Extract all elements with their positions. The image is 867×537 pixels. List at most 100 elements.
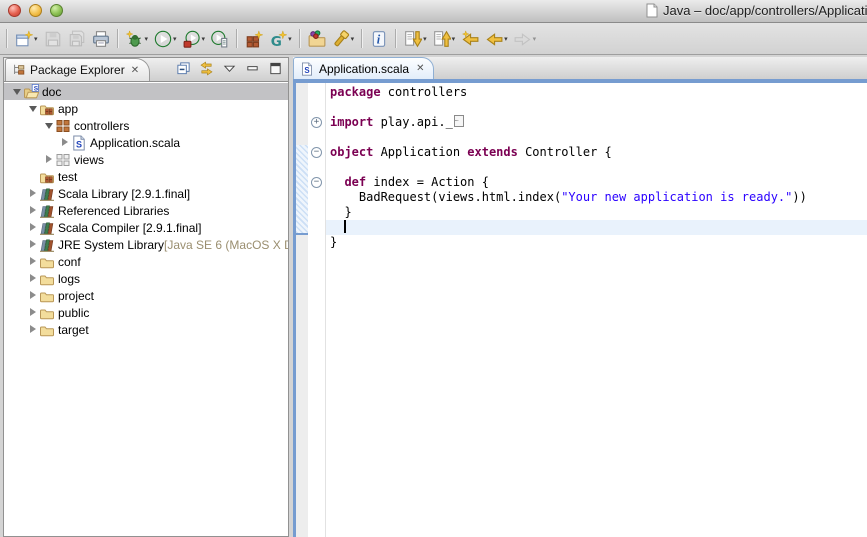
tree-item-label: JRE System Library [58,238,164,252]
tree-item-doc[interactable]: doc [4,83,288,100]
maximize-icon [268,61,283,76]
tree-item-referenced-libraries[interactable]: Referenced Libraries [4,202,288,219]
search-button[interactable]: ▾ [330,27,357,51]
code-line[interactable]: } [330,235,867,250]
zoom-window-button[interactable] [50,4,63,17]
toggle-annotations-button[interactable] [368,27,390,51]
back-star-icon [461,30,479,48]
library-icon [39,186,55,202]
package-explorer-tree: docappcontrollersApplication.scalaviewst… [4,82,288,536]
run-last-button[interactable]: ▾ [181,27,208,51]
library-icon [39,237,55,253]
dropdown-arrow-icon[interactable]: ▾ [533,35,537,43]
collapsed-region-icon[interactable] [454,115,464,127]
tree-item-application-scala[interactable]: Application.scala [4,134,288,151]
new-wizard-button[interactable]: ▾ [13,27,40,51]
tree-item-scala-library-2-9-1-final[interactable]: Scala Library [2.9.1.final] [4,185,288,202]
print-button[interactable] [90,27,112,51]
editor-tab-label: Application.scala [319,62,409,76]
code-line[interactable] [330,160,867,175]
toolbar-separator [299,29,301,48]
maximize-button[interactable] [266,60,284,78]
close-editor-icon[interactable]: ✕ [416,63,424,74]
next-annotation-button[interactable]: ▾ [402,27,429,51]
dropdown-arrow-icon[interactable]: ▾ [288,35,292,43]
minimize-window-button[interactable] [29,4,42,17]
tree-item-label: Application.scala [90,136,180,150]
annotation-ruler[interactable] [296,83,308,537]
run-icon [154,30,172,48]
code-line[interactable]: object Application extends Controller { [330,145,867,160]
tree-item-label: project [58,289,94,303]
current-code-line[interactable] [326,220,867,235]
close-window-button[interactable] [8,4,21,17]
minimize-button[interactable] [243,60,261,78]
debug-button[interactable]: ▾ [124,27,151,51]
collapse-all-icon [176,61,191,76]
dropdown-arrow-icon[interactable]: ▾ [452,35,456,43]
code-line[interactable]: def index = Action { [330,175,867,190]
editor-tab-application-scala[interactable]: Application.scala ✕ [293,57,434,79]
previous-annotation-button[interactable]: ▾ [431,27,458,51]
view-menu-button[interactable] [220,60,238,78]
tree-item-jre-system-library[interactable]: JRE System Library [Java SE 6 (MacOS X D… [4,236,288,253]
tree-item-app[interactable]: app [4,100,288,117]
tree-item-test[interactable]: test [4,168,288,185]
fold-collapse-icon[interactable]: − [311,147,322,158]
code-line[interactable]: package controllers [330,85,867,100]
up-arrow-doc-icon [433,30,451,48]
dropdown-arrow-icon[interactable]: ▾ [423,35,427,43]
code-line[interactable]: import play.api._ [330,115,867,130]
link-editor-icon [199,61,214,76]
down-arrow-doc-icon [404,30,422,48]
last-edit-location-button[interactable] [459,27,481,51]
toolbar-separator [395,29,397,48]
tree-item-conf[interactable]: conf [4,253,288,270]
dropdown-arrow-icon[interactable]: ▾ [145,35,149,43]
folder-icon [39,288,55,304]
package-explorer-tab[interactable]: Package Explorer ✕ [5,58,150,81]
tree-item-views[interactable]: views [4,151,288,168]
code-line[interactable]: BadRequest(views.html.index("Your new ap… [330,190,867,205]
info-icon [370,30,388,48]
tree-item-logs[interactable]: logs [4,270,288,287]
dropdown-arrow-icon[interactable]: ▾ [173,35,177,43]
package-explorer-icon [12,63,26,77]
open-resource-button[interactable] [306,27,328,51]
tree-item-public[interactable]: public [4,304,288,321]
save-all-icon [68,30,86,48]
collapse-all-button[interactable] [174,60,192,78]
link-with-editor-button[interactable] [197,60,215,78]
dropdown-arrow-icon[interactable]: ▾ [351,35,355,43]
code-line[interactable]: } [330,205,867,220]
view-menu-icon [222,61,237,76]
package-explorer-title: Package Explorer [30,63,125,77]
dropdown-arrow-icon[interactable]: ▾ [202,35,206,43]
close-view-icon[interactable]: ✕ [131,65,139,76]
folder-balls-icon [308,30,326,48]
editor-tab-bar: Application.scala ✕ [293,57,867,79]
window-titlebar[interactable]: Java – doc/app/controllers/Application.s… [0,0,867,23]
fold-collapse-icon[interactable]: − [311,177,322,188]
tree-item-project[interactable]: project [4,287,288,304]
external-tools-button[interactable] [209,27,231,51]
code-editor[interactable]: package controllers import play.api._obje… [326,83,867,537]
dropdown-arrow-icon[interactable]: ▾ [34,35,38,43]
dropdown-arrow-icon[interactable]: ▾ [504,35,508,43]
code-line[interactable] [330,100,867,115]
tree-item-target[interactable]: target [4,321,288,338]
run-button[interactable]: ▾ [152,27,179,51]
save-icon [44,30,62,48]
tree-item-label: app [58,102,78,116]
fold-expand-icon[interactable]: + [311,117,322,128]
folding-ruler[interactable]: + − − [308,83,326,537]
back-button[interactable]: ▾ [483,27,510,51]
tree-item-scala-compiler-2-9-1-final[interactable]: Scala Compiler [2.9.1.final] [4,219,288,236]
save-all-button [66,27,88,51]
new-wizard-g-button[interactable]: ▾ [267,27,294,51]
new-java-project-button[interactable] [243,27,265,51]
window-title-group: Java – doc/app/controllers/Application.s… [646,3,867,18]
code-line[interactable] [330,130,867,145]
tree-item-label: doc [42,85,61,99]
tree-item-controllers[interactable]: controllers [4,117,288,134]
